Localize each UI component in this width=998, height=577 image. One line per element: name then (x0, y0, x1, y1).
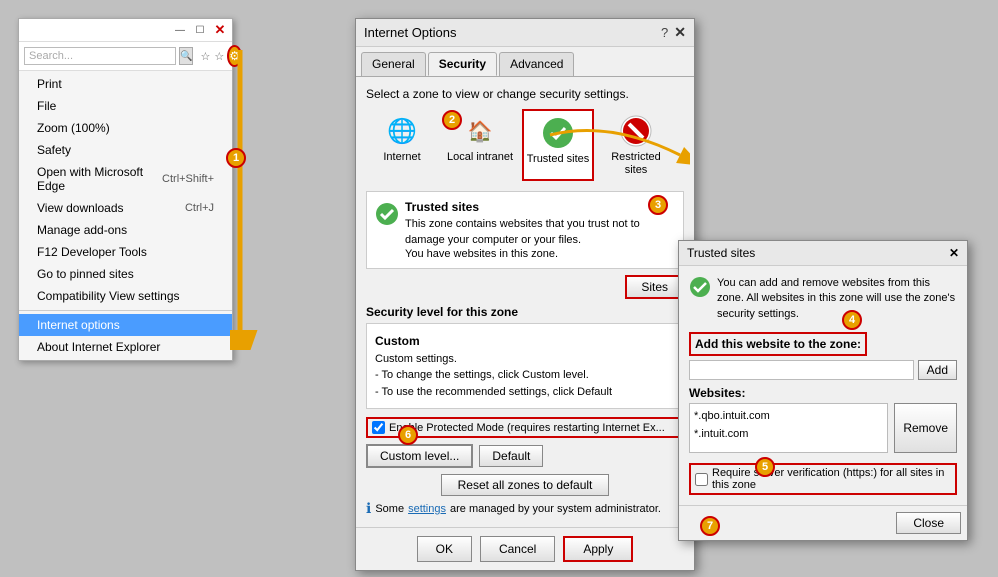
zone-to-dialog-arrow (530, 115, 690, 175)
dialog-title: Internet Options (364, 25, 457, 40)
protected-mode-checkbox[interactable] (372, 421, 385, 434)
tab-general[interactable]: General (361, 52, 426, 76)
search-input[interactable] (24, 47, 176, 65)
custom-level-button[interactable]: Custom level... (366, 444, 473, 468)
step-badge-3: 3 (648, 195, 668, 215)
trusted-sites-sub: You have websites in this zone. (405, 248, 675, 260)
ts-close-row: Close (679, 505, 967, 540)
search-bar: 🔍 ☆ ☆ ⚙ (19, 42, 232, 71)
shortcut-edge: Ctrl+Shift+ (162, 173, 214, 185)
ts-info-text: You can add and remove websites from thi… (717, 276, 957, 322)
ts-body: You can add and remove websites from thi… (679, 266, 967, 505)
menu-items: Print File Zoom (100%) Safety Open with … (19, 71, 232, 360)
flow-arrow (230, 40, 370, 350)
info-row: ℹ Some settings are managed by your syst… (366, 500, 684, 517)
menu-item-edge[interactable]: Open with Microsoft Edge Ctrl+Shift+ (19, 161, 232, 197)
trusted-checkmark (375, 202, 399, 232)
ts-title-bar: Trusted sites ✕ (679, 241, 967, 266)
menu-item-file[interactable]: File (19, 95, 232, 117)
browser-menu-panel: — ☐ ✕ 🔍 ☆ ☆ ⚙ Print File Zoom (100%) Saf… (18, 18, 233, 361)
dialog-title-bar: Internet Options ? ✕ (356, 19, 694, 47)
zone-internet-label: Internet (383, 151, 420, 164)
search-icon[interactable]: 🔍 (179, 47, 193, 65)
star-icon: ☆ (200, 50, 210, 63)
ts-add-input[interactable] (689, 360, 914, 380)
menu-item-zoom[interactable]: Zoom (100%) (19, 117, 232, 139)
internet-options-dialog: Internet Options ? ✕ General Security Ad… (355, 18, 695, 571)
custom-box: Custom Custom settings. - To change the … (366, 323, 684, 409)
ts-websites-list: *.qbo.intuit.com *.intuit.com (689, 403, 888, 453)
ts-remove-button[interactable]: Remove (894, 403, 957, 453)
help-icon[interactable]: ? (661, 25, 668, 40)
ok-cancel-row: OK Cancel Apply (356, 527, 694, 570)
step-badge-2: 2 (442, 110, 462, 130)
cancel-button[interactable]: Cancel (480, 536, 555, 562)
trusted-sites-dialog: Trusted sites ✕ You can add and remove w… (678, 240, 968, 541)
ok-button[interactable]: OK (417, 536, 472, 562)
menu-item-print[interactable]: Print (19, 73, 232, 95)
info-text-admin: are managed by your system administrator… (450, 503, 661, 515)
website-item-1: *.qbo.intuit.com (694, 408, 883, 426)
menu-item-pinned[interactable]: Go to pinned sites (19, 263, 232, 285)
step-badge-6: 6 (398, 425, 418, 445)
trusted-sites-title: Trusted sites (405, 200, 675, 214)
browser-title-bar: — ☐ ✕ (19, 19, 232, 42)
menu-item-devtools[interactable]: F12 Developer Tools (19, 241, 232, 263)
security-level-title: Security level for this zone (366, 305, 684, 319)
menu-item-safety[interactable]: Safety (19, 139, 232, 161)
ts-verify-label: Require server verification (https:) for… (712, 467, 951, 491)
shortcut-downloads: Ctrl+J (185, 202, 214, 214)
step-badge-7: 7 (700, 516, 720, 536)
security-level-section: Security level for this zone Custom Cust… (366, 305, 684, 409)
ts-info-row: You can add and remove websites from thi… (689, 276, 957, 322)
reset-row: Reset all zones to default (366, 474, 684, 496)
default-button[interactable]: Default (479, 445, 543, 467)
menu-separator (19, 310, 232, 311)
minimize-button[interactable]: — (172, 22, 188, 38)
apply-button[interactable]: Apply (563, 536, 633, 562)
step-badge-5: 5 (755, 457, 775, 477)
menu-item-about[interactable]: About Internet Explorer (19, 336, 232, 358)
tab-security[interactable]: Security (428, 52, 497, 76)
ts-add-button[interactable]: Add (918, 360, 957, 380)
zone-intranet-icon: 🏠 (462, 113, 498, 149)
step-badge-4: 4 (842, 310, 862, 330)
ts-add-row: Add (689, 360, 957, 380)
protected-mode-label: Enable Protected Mode (requires restarti… (389, 422, 665, 434)
ts-verify-checkbox[interactable] (695, 473, 708, 486)
website-item-2: *.intuit.com (694, 426, 883, 444)
settings-link[interactable]: settings (408, 503, 446, 515)
step-badge-1: 1 (226, 148, 246, 168)
tab-advanced[interactable]: Advanced (499, 52, 574, 76)
close-button[interactable]: ✕ (212, 22, 228, 38)
ts-dialog-title: Trusted sites (687, 246, 755, 260)
ts-verify-row: Require server verification (https:) for… (689, 463, 957, 495)
buttons-row: Custom level... Default (366, 444, 684, 468)
zone-intranet-label: Local intranet (447, 151, 513, 164)
zone-internet[interactable]: 🌐 Internet (366, 109, 438, 181)
menu-item-internet-options[interactable]: Internet options (19, 314, 232, 336)
menu-item-addons[interactable]: Manage add-ons (19, 219, 232, 241)
dialog-controls: ? ✕ (661, 24, 686, 41)
reset-zones-button[interactable]: Reset all zones to default (441, 474, 610, 496)
trusted-sites-description: This zone contains websites that you tru… (405, 217, 675, 248)
info-icon: ℹ (366, 500, 371, 517)
ts-close-icon[interactable]: ✕ (949, 246, 959, 260)
tabs-bar: General Security Advanced (356, 47, 694, 77)
menu-item-downloads[interactable]: View downloads Ctrl+J (19, 197, 232, 219)
dialog-close-button[interactable]: ✕ (674, 24, 686, 41)
sites-button[interactable]: Sites (625, 275, 684, 299)
ts-green-check (689, 276, 711, 304)
zone-select-text: Select a zone to view or change security… (366, 87, 684, 101)
ts-close-button[interactable]: Close (896, 512, 961, 534)
zone-internet-icon: 🌐 (384, 113, 420, 149)
restore-button[interactable]: ☐ (192, 22, 208, 38)
info-text-some: Some (375, 503, 404, 515)
menu-item-compatibility[interactable]: Compatibility View settings (19, 285, 232, 307)
trusted-sites-info: Trusted sites This zone contains website… (405, 200, 675, 260)
pin-icon: ☆ (214, 50, 224, 63)
ts-add-label: Add this website to the zone: (689, 332, 867, 356)
ts-websites-label: Websites: (689, 386, 957, 400)
